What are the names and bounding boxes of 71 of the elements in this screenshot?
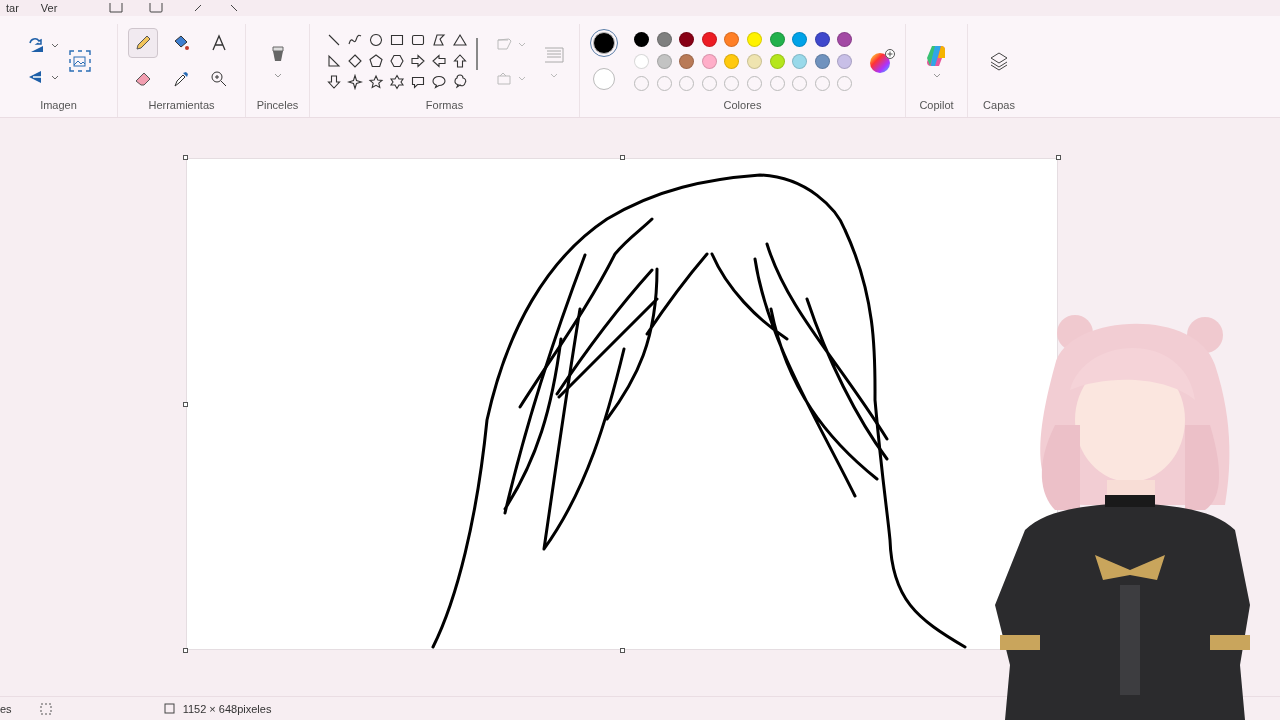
color-swatch[interactable] xyxy=(814,53,830,69)
caret-icon[interactable] xyxy=(273,72,282,78)
resize-handle[interactable] xyxy=(620,648,625,653)
group-label: Pinceles xyxy=(256,98,299,112)
group-label: Formas xyxy=(425,98,464,112)
menu-item[interactable]: Ver xyxy=(40,2,58,14)
group-label: Colores xyxy=(723,98,762,112)
menu-item[interactable]: tar xyxy=(6,2,19,14)
rectangle-icon[interactable] xyxy=(389,32,405,48)
polygon-icon[interactable] xyxy=(431,32,447,48)
diamond-icon[interactable] xyxy=(347,53,363,69)
rotate-icon[interactable] xyxy=(26,37,45,53)
caret-icon[interactable] xyxy=(50,74,59,80)
pentagon-icon[interactable] xyxy=(368,53,384,69)
zoom-icon xyxy=(209,70,228,88)
pencil-icon xyxy=(133,34,152,52)
color-swatch[interactable] xyxy=(792,53,808,69)
resize-handle[interactable] xyxy=(1056,155,1061,160)
left-arrow-icon[interactable] xyxy=(431,53,447,69)
color-swatch[interactable] xyxy=(724,31,740,47)
color-swatch[interactable] xyxy=(634,53,649,69)
up-arrow-icon[interactable] xyxy=(452,53,468,69)
color-picker-icon xyxy=(171,70,190,88)
group-label: Copilot xyxy=(919,98,954,112)
caret-icon[interactable] xyxy=(932,72,941,78)
color-swatch[interactable] xyxy=(769,53,785,69)
color-swatch[interactable] xyxy=(792,31,808,47)
star-icon[interactable] xyxy=(368,74,384,90)
group-label: Herramientas xyxy=(148,98,215,112)
eraser-icon xyxy=(133,70,152,88)
group-label: Capas xyxy=(983,98,1015,112)
color-swatch[interactable] xyxy=(769,31,785,47)
canvas-size-text: 1152 × 648pixeles xyxy=(182,702,272,715)
color-swatch[interactable] xyxy=(634,31,649,47)
right-triangle-icon[interactable] xyxy=(326,53,342,69)
color-wheel-icon[interactable] xyxy=(868,48,897,74)
color-swatch[interactable] xyxy=(746,53,762,69)
triangle-icon[interactable] xyxy=(452,32,468,48)
hexagon-icon[interactable] xyxy=(389,53,405,69)
color-swatch[interactable] xyxy=(679,31,695,47)
color-swatch[interactable] xyxy=(679,53,695,69)
color-swatch[interactable] xyxy=(837,53,853,69)
group-label: Imagen xyxy=(40,98,77,112)
color-swatch[interactable] xyxy=(701,31,717,47)
pencil-tool[interactable] xyxy=(127,28,158,58)
layers-icon[interactable] xyxy=(989,51,1009,71)
color-swatch[interactable] xyxy=(701,53,717,69)
canvas-size-icon xyxy=(163,703,175,714)
resize-handle[interactable] xyxy=(183,402,188,407)
color-swatch[interactable] xyxy=(746,31,762,47)
line-icon[interactable] xyxy=(326,32,342,48)
color-swatch[interactable] xyxy=(837,31,853,47)
right-arrow-icon[interactable] xyxy=(410,53,426,69)
oval-callout-icon[interactable] xyxy=(431,74,447,90)
resize-image-icon[interactable] xyxy=(68,50,91,72)
color-swatch[interactable] xyxy=(724,53,740,69)
text-tool-icon xyxy=(209,34,228,52)
selection-icon xyxy=(39,702,52,715)
cloud-callout-icon[interactable] xyxy=(452,74,468,90)
color-swatch[interactable] xyxy=(656,53,672,69)
six-point-star-icon[interactable] xyxy=(389,74,405,90)
four-point-star-icon[interactable] xyxy=(347,74,363,90)
down-arrow-icon[interactable] xyxy=(326,74,342,90)
speech-bubble-icon[interactable] xyxy=(410,74,426,90)
color-swatch[interactable] xyxy=(814,31,830,47)
resize-handle[interactable] xyxy=(183,648,188,653)
caret-icon[interactable] xyxy=(50,42,59,48)
resize-handle[interactable] xyxy=(620,155,625,160)
resize-handle[interactable] xyxy=(183,155,188,160)
color-swatch[interactable] xyxy=(656,31,672,47)
status-text: es xyxy=(0,702,12,715)
